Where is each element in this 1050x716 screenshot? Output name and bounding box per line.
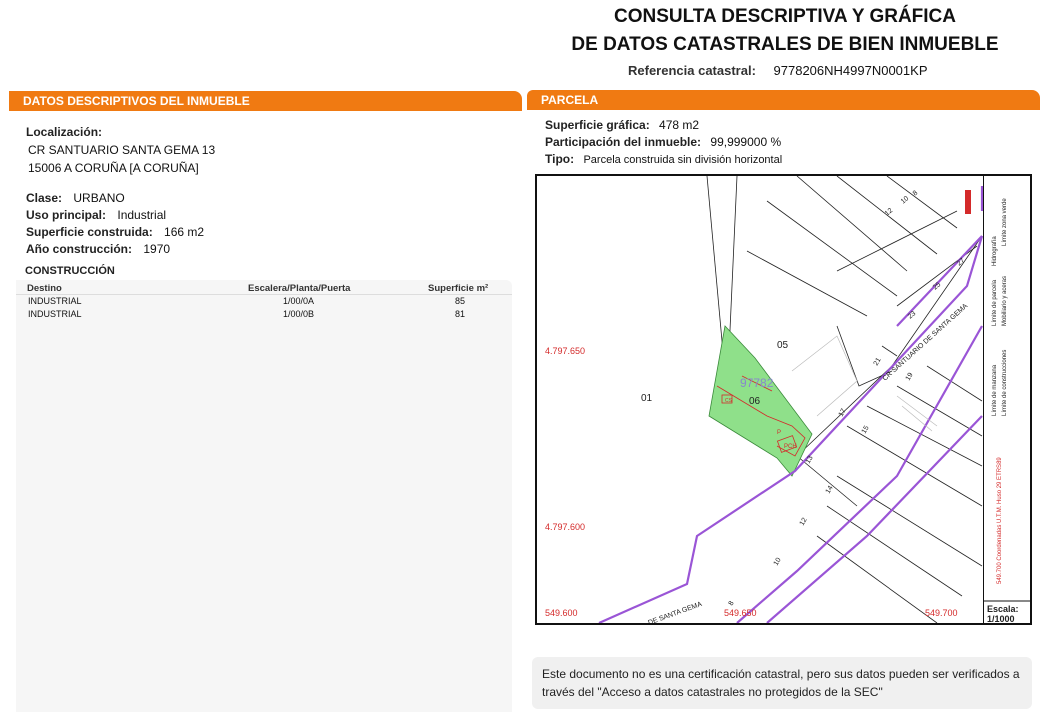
cadastral-map[interactable]: 4.797.650 4.797.600 549.600 549.650 549.…	[535, 174, 1032, 625]
svg-text:12: 12	[799, 517, 809, 527]
map-legend: Hidrografía Límite zona verde Límite de …	[983, 176, 1031, 624]
bldg-label-cs: CS	[725, 398, 733, 404]
anio-label: Año construcción:	[26, 242, 133, 256]
superficie-value: 166 m2	[164, 225, 205, 239]
parcel-06-label: 06	[749, 396, 761, 407]
tipo-label: Tipo:	[545, 152, 575, 166]
address-line2: 15006 A CORUÑA [A CORUÑA]	[28, 161, 199, 175]
address-line1: CR SANTUARIO SANTA GEMA 13	[28, 143, 216, 157]
table-header-escalera: Escalera/Planta/Puerta	[248, 283, 351, 294]
table-row-1-destino: INDUSTRIAL	[28, 296, 82, 306]
table-row-2-escalera: 1/00/0B	[283, 309, 315, 319]
street-name-bottom: DE SANTA GEMA	[647, 601, 703, 623]
street-lines	[598, 186, 984, 623]
construccion-table	[16, 280, 512, 712]
disclaimer-note: Este documento no es una certificación c…	[532, 657, 1032, 709]
participacion-row: Participación del inmueble: 99,999000 %	[545, 135, 781, 149]
map-canvas: 4.797.650 4.797.600 549.600 549.650 549.…	[545, 176, 984, 623]
coord-x1: 549.600	[545, 608, 578, 618]
superficie-grafica-value: 478 m2	[659, 118, 700, 132]
localizacion-row: Localización:	[26, 125, 110, 139]
superficie-row: Superficie construida: 166 m2	[26, 225, 204, 239]
svg-text:27: 27	[956, 257, 967, 267]
tipo-row: Tipo: Parcela construida sin división ho…	[545, 152, 782, 166]
table-header-superficie: Superficie m²	[428, 283, 489, 294]
table-header-divider	[16, 294, 512, 295]
svg-text:12: 12	[884, 207, 895, 217]
table-row-2-destino: INDUSTRIAL	[28, 309, 82, 319]
legend-coords: 549.700 Coordenadas U.T.M. Huso 29 ETRS8…	[997, 457, 1003, 584]
coord-x3: 549.700	[925, 608, 958, 618]
scale-value: 1/1000	[987, 614, 1015, 623]
svg-text:8: 8	[912, 190, 920, 198]
bldg-label-pch: PCH	[784, 444, 797, 450]
table-header-destino: Destino	[27, 283, 62, 294]
uso-row: Uso principal: Industrial	[26, 208, 166, 222]
parcel-01-label: 01	[641, 393, 653, 404]
table-row-2-superficie: 81	[455, 309, 466, 319]
svg-text:19: 19	[905, 372, 915, 382]
participacion-value: 99,999000 %	[710, 135, 782, 149]
legend-hidrografia: Hidrografía	[992, 236, 998, 266]
reference-label: Referencia catastral:	[628, 63, 756, 78]
superficie-grafica-label: Superficie gráfica:	[545, 118, 650, 132]
reference-value: 9778206NH4997N0001KP	[773, 63, 928, 78]
legend-limite-manzana: Límite de manzana	[992, 364, 998, 416]
anio-value: 1970	[143, 242, 171, 256]
uso-label: Uso principal:	[26, 208, 107, 222]
parcela-header: PARCELA	[527, 90, 1040, 110]
north-marker	[965, 190, 971, 214]
legend-mobiliario: Mobiliario y aceras	[1002, 276, 1008, 326]
uso-value: Industrial	[117, 208, 167, 222]
descriptive-data-header: DATOS DESCRIPTIVOS DEL INMUEBLE	[9, 91, 522, 111]
legend-limite-parcela: Límite de parcela	[992, 279, 998, 326]
svg-text:8: 8	[728, 600, 736, 607]
scale-label: Escala:	[987, 604, 1019, 614]
reference-row: Referencia catastral: 9778206NH4997N0001…	[628, 63, 928, 78]
table-row-1-superficie: 85	[455, 296, 466, 306]
parcel-05-label: 05	[777, 340, 789, 351]
superficie-grafica-row: Superficie gráfica: 478 m2	[545, 118, 699, 132]
coord-y2: 4.797.600	[545, 522, 585, 532]
svg-text:10: 10	[900, 195, 911, 205]
anio-row: Año construcción: 1970	[26, 242, 170, 256]
legend-limite-construcciones: Límite de construcciones	[1002, 350, 1008, 416]
clase-row: Clase: URBANO	[26, 191, 125, 205]
clase-value: URBANO	[73, 191, 125, 205]
coord-y1: 4.797.650	[545, 346, 585, 356]
svg-text:23: 23	[907, 310, 918, 320]
parcel-ref-label: 97782	[740, 376, 774, 390]
svg-text:10: 10	[773, 557, 783, 567]
document-title-line1: CONSULTA DESCRIPTIVA Y GRÁFICA	[613, 6, 957, 27]
tipo-value: Parcela construida sin división horizont…	[583, 154, 783, 166]
localizacion-label: Localización:	[26, 125, 103, 139]
svg-text:25: 25	[932, 281, 943, 291]
svg-text:13: 13	[805, 455, 815, 465]
superficie-label: Superficie construida:	[26, 225, 153, 239]
svg-text:21: 21	[873, 357, 883, 367]
construccion-title: CONSTRUCCIÓN	[25, 265, 115, 277]
table-row-1-escalera: 1/00/0A	[283, 296, 315, 306]
document-title-line2: DE DATOS CATASTRALES DE BIEN INMUEBLE	[571, 34, 999, 55]
coord-x2: 549.650	[724, 608, 757, 618]
svg-text:15: 15	[861, 425, 871, 435]
participacion-label: Participación del inmueble:	[545, 135, 702, 149]
legend-zona-verde: Límite zona verde	[1002, 198, 1008, 246]
bldg-label-p: P	[777, 430, 781, 436]
clase-label: Clase:	[26, 191, 63, 205]
